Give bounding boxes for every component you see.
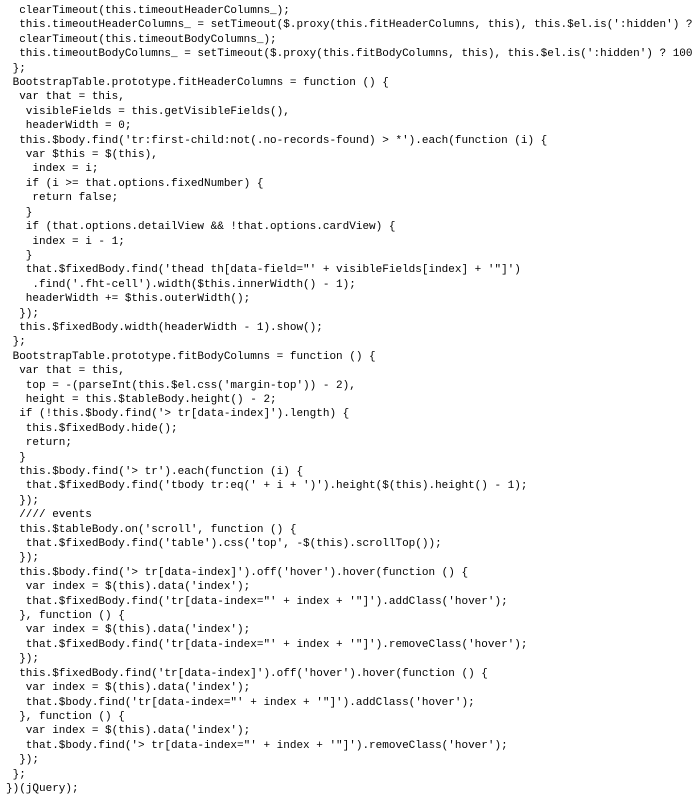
code-block: clearTimeout(this.timeoutHeaderColumns_)… [0,0,699,800]
